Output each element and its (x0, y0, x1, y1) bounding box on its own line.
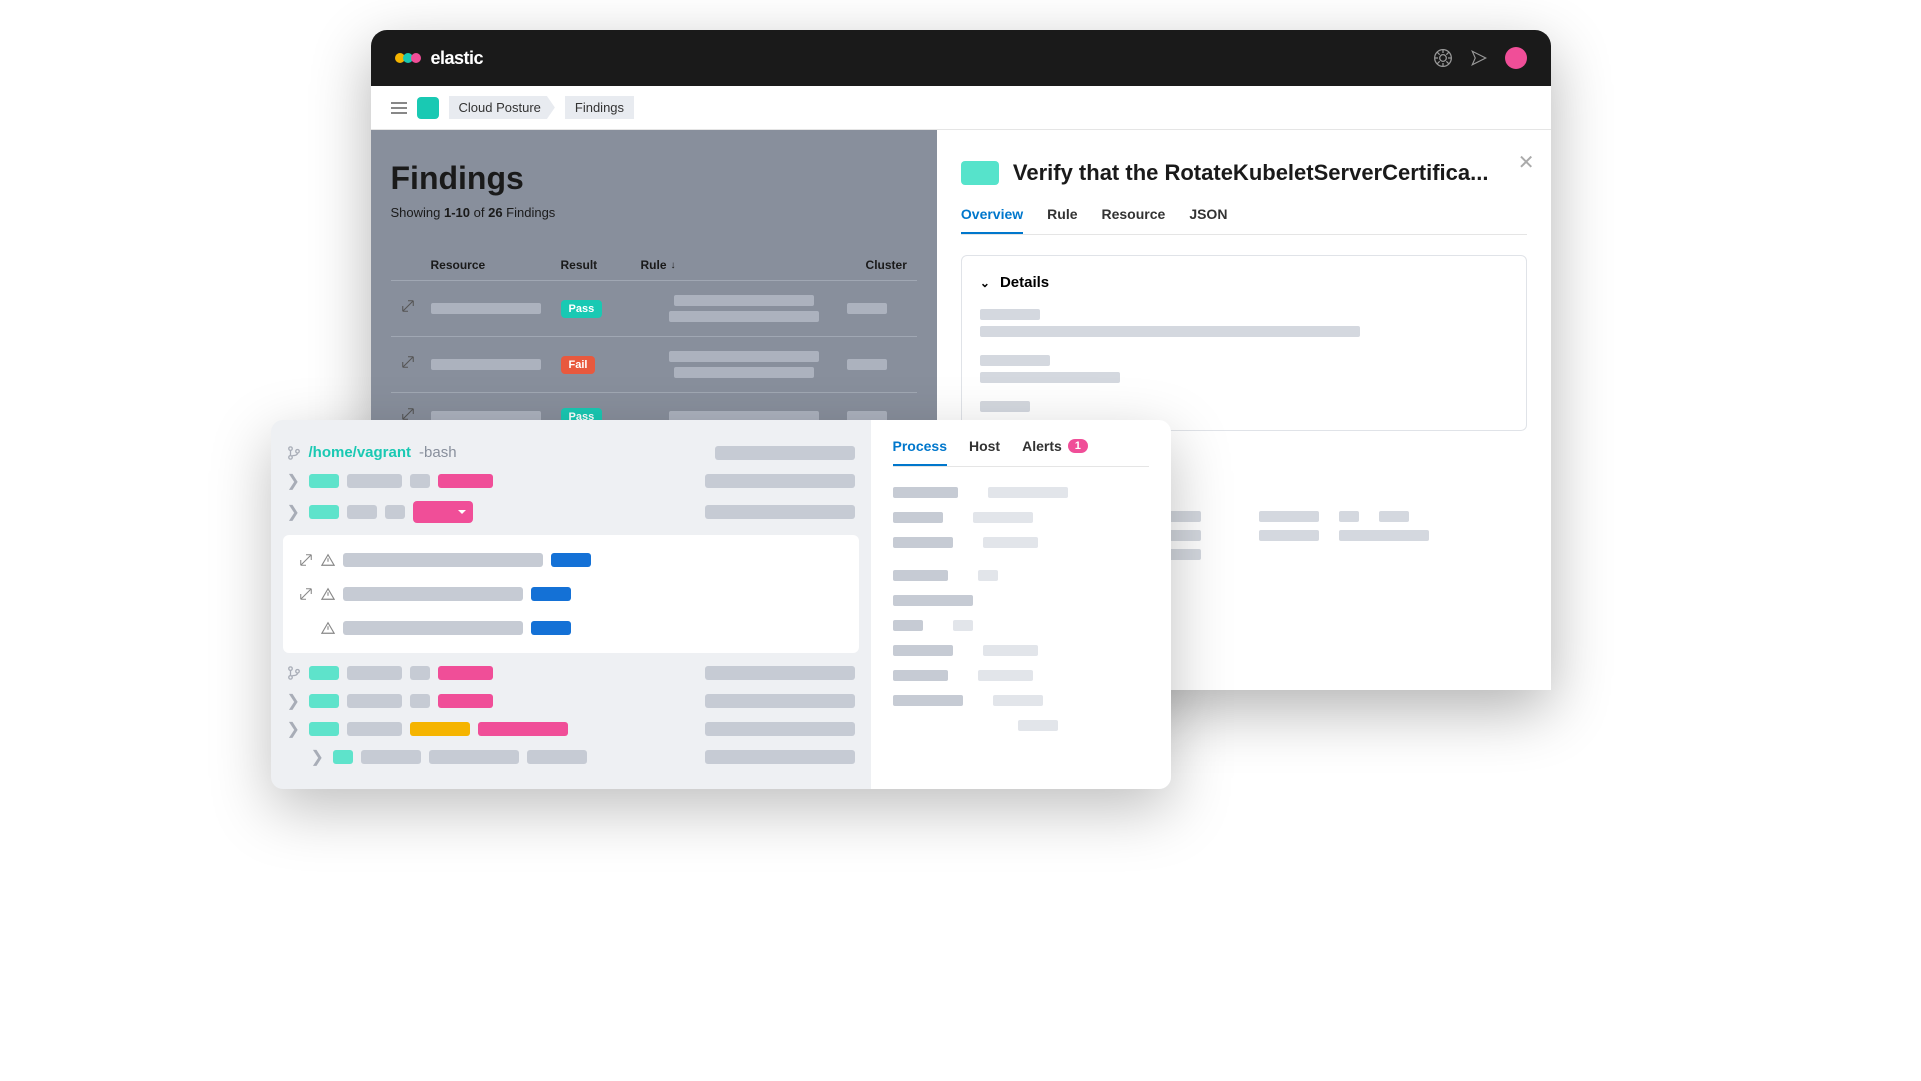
alert-block (283, 535, 859, 653)
tab-json[interactable]: JSON (1189, 206, 1227, 234)
expand-icon[interactable] (401, 355, 415, 369)
findings-count: Showing 1-10 of 26 Findings (391, 205, 917, 220)
chevron-down-icon: ⌄ (980, 276, 990, 290)
tab-host[interactable]: Host (969, 438, 1000, 466)
status-badge: Fail (561, 356, 596, 374)
breadcrumb-cloud-posture[interactable]: Cloud Posture (449, 96, 555, 119)
terminal-line: ❯ (283, 687, 859, 715)
detail-header: Verify that the RotateKubeletServerCerti… (961, 160, 1527, 186)
prompt-icon: ❯ (287, 694, 301, 708)
brand-name: elastic (431, 48, 484, 69)
prompt-icon: ❯ (311, 750, 325, 764)
detail-status-badge (961, 161, 999, 185)
warning-icon (321, 587, 335, 601)
terminal-panel: /home/vagrant -bash ❯ ❯ (271, 420, 871, 789)
col-cluster[interactable]: Cluster (847, 258, 907, 272)
details-body (980, 309, 1508, 412)
tab-alerts[interactable]: Alerts 1 (1022, 438, 1088, 466)
terminal-line: ❯ (283, 743, 859, 771)
col-result[interactable]: Result (561, 258, 641, 272)
prompt-icon: ❯ (287, 722, 301, 736)
terminal-shell: -bash (419, 444, 457, 461)
expand-icon[interactable] (401, 407, 415, 421)
table-row[interactable]: Fail (391, 336, 917, 392)
breadcrumb-bar: Cloud Posture Findings (371, 86, 1551, 130)
details-card: ⌄ Details (961, 255, 1527, 431)
process-details (893, 487, 1149, 731)
table-row[interactable]: Pass (391, 280, 917, 336)
detail-tabs: Overview Rule Resource JSON (961, 206, 1527, 235)
terminal-line: ❯ (283, 467, 859, 495)
tab-overview[interactable]: Overview (961, 206, 1023, 234)
terminal-line (283, 659, 859, 687)
topbar-actions (1433, 47, 1527, 69)
close-icon[interactable]: ✕ (1518, 150, 1535, 175)
overlay-sidebar: Process Host Alerts 1 (871, 420, 1171, 789)
details-section-toggle[interactable]: ⌄ Details (980, 274, 1508, 291)
user-avatar[interactable] (1505, 47, 1527, 69)
table-header: Resource Result Rule ↓ Cluster (391, 250, 917, 280)
expand-icon[interactable] (299, 587, 313, 601)
home-button[interactable] (417, 97, 439, 119)
breadcrumb-findings[interactable]: Findings (565, 96, 634, 119)
terminal-line: ❯ (283, 715, 859, 743)
sort-down-icon: ↓ (671, 260, 676, 271)
alert-count-badge: 1 (1068, 439, 1088, 453)
alert-row[interactable] (283, 577, 859, 611)
col-resource[interactable]: Resource (431, 258, 561, 272)
brand-area: elastic (395, 48, 484, 69)
topbar: elastic (371, 30, 1551, 86)
warning-icon (321, 553, 335, 567)
dropdown-button[interactable] (413, 501, 473, 523)
menu-toggle-icon[interactable] (391, 102, 407, 114)
alert-row[interactable] (283, 611, 859, 645)
col-rule[interactable]: Rule ↓ (641, 258, 847, 272)
main-window: elastic Cloud Posture Findings Findings … (371, 30, 1551, 690)
page-title: Findings (391, 160, 917, 197)
alert-row[interactable] (283, 543, 859, 577)
help-icon[interactable] (1433, 48, 1453, 68)
terminal-line: ❯ (283, 495, 859, 529)
tab-rule[interactable]: Rule (1047, 206, 1077, 234)
terminal-overlay: /home/vagrant -bash ❯ ❯ (271, 420, 1171, 789)
notification-icon[interactable] (1469, 48, 1489, 68)
tab-resource[interactable]: Resource (1102, 206, 1166, 234)
warning-icon (321, 621, 335, 635)
logo-icon (395, 53, 421, 63)
detail-title: Verify that the RotateKubeletServerCerti… (1013, 160, 1527, 186)
branch-icon (287, 666, 301, 680)
terminal-line: /home/vagrant -bash (283, 438, 859, 467)
branch-icon (287, 446, 301, 460)
terminal-path: /home/vagrant (309, 444, 412, 461)
overlay-tabs: Process Host Alerts 1 (893, 438, 1149, 467)
status-badge: Pass (561, 300, 603, 318)
expand-icon[interactable] (299, 553, 313, 567)
chevron-down-icon (457, 507, 467, 517)
prompt-icon: ❯ (287, 474, 301, 488)
prompt-icon: ❯ (287, 505, 301, 519)
expand-icon[interactable] (401, 299, 415, 313)
findings-table: Resource Result Rule ↓ Cluster Pass (391, 250, 917, 440)
tab-process[interactable]: Process (893, 438, 947, 466)
